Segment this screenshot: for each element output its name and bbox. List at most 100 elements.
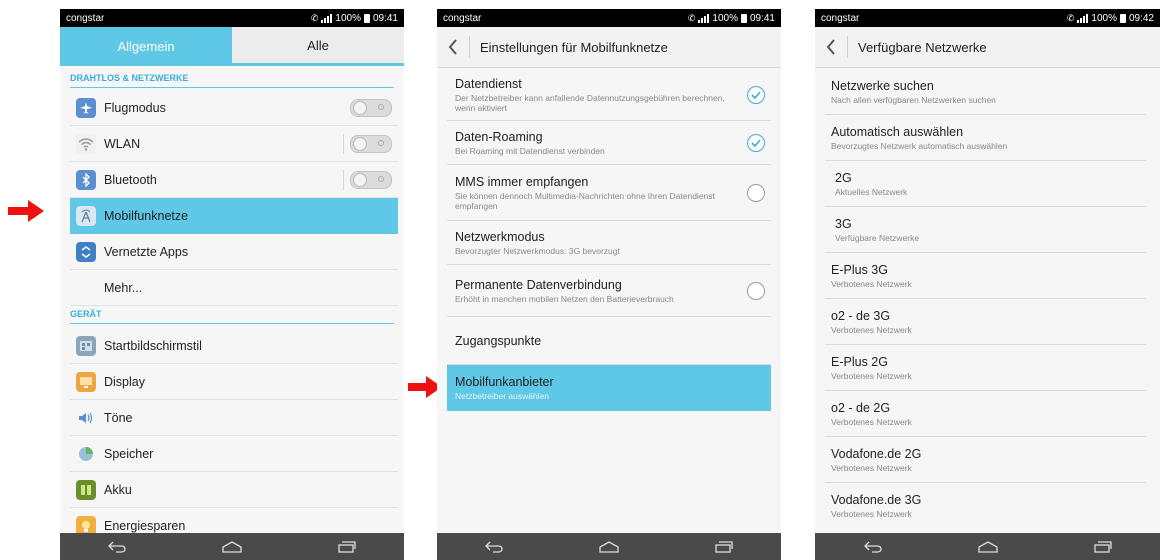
battery-status-icon	[1119, 13, 1126, 23]
recent-apps-nav-icon[interactable]	[1090, 537, 1116, 557]
settings-item-flugmodus[interactable]: Flugmodus	[70, 90, 398, 126]
signal-icon: ✆	[687, 12, 696, 23]
pref-title: Datendienst	[455, 76, 522, 91]
pref-title: MMS immer empfangen	[455, 174, 589, 189]
settings-item-label: Vernetzte Apps	[104, 244, 189, 259]
network-item-3g[interactable]: 3G Verfügbare Netzwerke	[825, 207, 1146, 253]
recent-apps-nav-icon[interactable]	[711, 537, 737, 557]
battery-status-icon	[363, 13, 370, 23]
battery-percent: 100%	[335, 12, 361, 24]
pref-summary: Netzbetreiber auswählen	[455, 391, 550, 401]
settings-item-label: Bluetooth	[104, 172, 157, 187]
clock: 09:41	[372, 12, 398, 24]
signal-bars-icon	[1077, 13, 1089, 23]
settings-item-mobilfunknetze[interactable]: Mobilfunknetze	[70, 198, 398, 234]
storage-icon	[76, 443, 96, 464]
network-title: Vodafone.de 2G	[831, 446, 922, 461]
phone-settings-screen: congstar ✆ 100% 09:41 Allgemein Alle DRA…	[60, 9, 404, 560]
datendienst-checkbox[interactable]	[747, 85, 765, 104]
signal-icon: ✆	[1066, 12, 1075, 23]
title-bar: Einstellungen für Mobilfunknetze	[437, 27, 781, 68]
carrier-label: congstar	[66, 12, 105, 24]
back-nav-icon[interactable]	[104, 537, 130, 557]
recent-apps-nav-icon[interactable]	[334, 537, 360, 557]
network-summary: Aktuelles Netzwerk	[835, 186, 908, 197]
network-item-eplus-3g[interactable]: E-Plus 3G Verbotenes Netzwerk	[825, 253, 1146, 299]
settings-item-mehr[interactable]: Mehr...	[70, 270, 398, 306]
settings-item-label: Energiesparen	[104, 518, 186, 533]
pref-summary: Der Netzbetreiber kann anfallende Datenn…	[455, 92, 725, 113]
settings-item-label: Display	[104, 374, 145, 389]
home-nav-icon[interactable]	[975, 537, 1001, 557]
settings-item-toene[interactable]: Töne	[70, 400, 398, 436]
network-item-eplus-2g[interactable]: E-Plus 2G Verbotenes Netzwerk	[825, 345, 1146, 391]
network-title: Netzwerke suchen	[831, 78, 934, 93]
section-header-wireless: DRAHTLOS & NETZWERKE	[70, 73, 394, 88]
pref-title: Permanente Datenverbindung	[455, 277, 622, 292]
settings-item-display[interactable]: Display	[70, 364, 398, 400]
pref-item-netzwerkmodus[interactable]: Netzwerkmodus Bevorzugter Netzwerkmodus:…	[447, 221, 771, 265]
settings-item-label: Mehr...	[104, 280, 143, 295]
title-bar: Verfügbare Netzwerke	[815, 27, 1160, 68]
pref-title: Netzwerkmodus	[455, 229, 545, 244]
pref-item-datendienst[interactable]: Datendienst Der Netzbetreiber kann anfal…	[447, 69, 771, 121]
back-nav-icon[interactable]	[481, 537, 507, 557]
settings-item-akku[interactable]: Akku	[70, 472, 398, 508]
network-item-vodafone-3g[interactable]: Vodafone.de 3G Verbotenes Netzwerk	[825, 483, 1146, 529]
pref-item-mobilfunkanbieter[interactable]: Mobilfunkanbieter Netzbetreiber auswähle…	[447, 365, 771, 411]
home-nav-icon[interactable]	[219, 537, 245, 557]
pref-summary: Erhöht in manchen mobilen Netzen den Bat…	[455, 293, 674, 304]
tab-allgemein[interactable]: Allgemein	[60, 27, 232, 66]
pref-title: Mobilfunkanbieter	[455, 375, 554, 389]
connected-apps-icon	[76, 241, 96, 262]
settings-item-wlan[interactable]: WLAN	[70, 126, 398, 162]
pref-summary: Bei Roaming mit Datendienst verbinden	[455, 145, 605, 156]
battery-status-icon	[740, 13, 747, 23]
back-chevron-icon[interactable]	[437, 39, 469, 55]
speaker-icon	[76, 407, 96, 428]
airplane-toggle[interactable]	[350, 98, 392, 117]
network-item-auto[interactable]: Automatisch auswählen Bevorzugtes Netzwe…	[825, 115, 1146, 161]
settings-item-vernetzte-apps[interactable]: Vernetzte Apps	[70, 234, 398, 270]
network-summary: Verbotenes Netzwerk	[831, 462, 912, 473]
phone-mobile-network-settings-screen: congstar ✆ 100% 09:41 Einstellungen für …	[437, 9, 781, 560]
settings-item-label: Akku	[104, 482, 132, 497]
homescreen-icon	[76, 335, 96, 356]
network-title: Vodafone.de 3G	[831, 493, 922, 507]
network-summary: Verfügbare Netzwerke	[835, 232, 920, 243]
settings-item-label: WLAN	[104, 136, 141, 151]
daten-roaming-checkbox[interactable]	[747, 133, 765, 152]
tab-alle[interactable]: Alle	[232, 27, 404, 66]
system-navbar	[437, 533, 781, 560]
back-chevron-icon[interactable]	[815, 39, 847, 55]
battery-icon	[76, 479, 96, 500]
pref-title: Zugangspunkte	[455, 333, 542, 348]
bluetooth-toggle[interactable]	[350, 170, 392, 189]
page-title: Einstellungen für Mobilfunknetze	[480, 39, 668, 55]
status-bar: congstar ✆ 100% 09:41	[60, 9, 404, 27]
network-item-o2-2g[interactable]: o2 - de 2G Verbotenes Netzwerk	[825, 391, 1146, 437]
settings-item-bluetooth[interactable]: Bluetooth	[70, 162, 398, 198]
network-summary: Verbotenes Netzwerk	[831, 416, 912, 427]
mms-checkbox[interactable]	[747, 183, 765, 202]
network-summary: Nach allen verfügbaren Netzwerken suchen	[831, 94, 996, 105]
permanente-datenverbindung-checkbox[interactable]	[747, 281, 765, 300]
wlan-toggle[interactable]	[350, 134, 392, 153]
network-title: o2 - de 2G	[831, 400, 891, 415]
pref-item-permanente-datenverbindung[interactable]: Permanente Datenverbindung Erhöht in man…	[447, 265, 771, 317]
pref-item-mms[interactable]: MMS immer empfangen Sie können dennoch M…	[447, 165, 771, 221]
pref-item-zugangspunkte[interactable]: Zugangspunkte	[447, 317, 771, 365]
network-item-o2-3g[interactable]: o2 - de 3G Verbotenes Netzwerk	[825, 299, 1146, 345]
home-nav-icon[interactable]	[596, 537, 622, 557]
display-icon	[76, 371, 96, 392]
settings-item-speicher[interactable]: Speicher	[70, 436, 398, 472]
pref-item-daten-roaming[interactable]: Daten-Roaming Bei Roaming mit Datendiens…	[447, 121, 771, 165]
system-navbar	[815, 533, 1160, 560]
network-item-search[interactable]: Netzwerke suchen Nach allen verfügbaren …	[825, 69, 1146, 115]
page-title: Verfügbare Netzwerke	[858, 39, 987, 55]
network-item-vodafone-2g[interactable]: Vodafone.de 2G Verbotenes Netzwerk	[825, 437, 1146, 483]
network-item-2g[interactable]: 2G Aktuelles Netzwerk	[825, 161, 1146, 207]
settings-tabs: Allgemein Alle	[60, 27, 404, 66]
settings-item-startbildschirmstil[interactable]: Startbildschirmstil	[70, 328, 398, 364]
back-nav-icon[interactable]	[860, 537, 886, 557]
